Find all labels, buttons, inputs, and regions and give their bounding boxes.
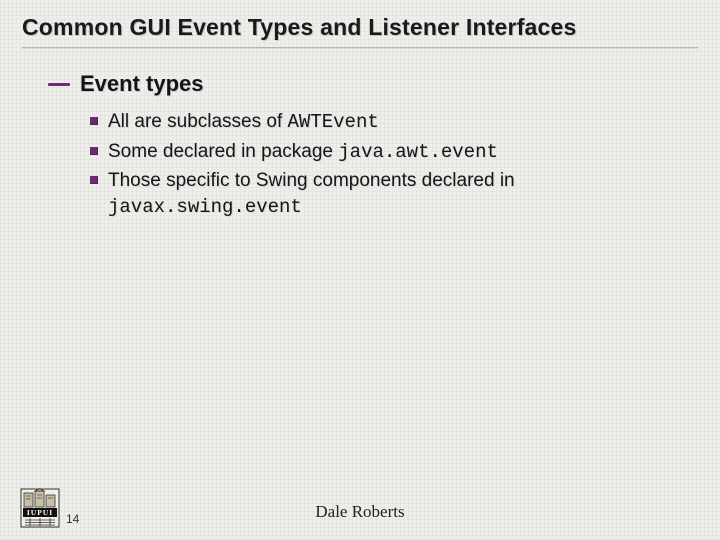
bullet-prefix: Some declared in package [108,141,338,162]
square-bullet-icon [90,176,98,184]
bullet-prefix: All are subclasses of [108,111,288,132]
bullet-text: All are subclasses of AWTEvent [108,109,698,136]
square-bullet-icon [90,147,98,155]
title-rule [22,47,698,49]
bullet-code: javax.swing.event [108,196,302,218]
footer: IUPUI 14 Dale Roberts [0,480,720,532]
slide: Common GUI Event Types and Listener Inte… [0,0,720,540]
list-item: All are subclasses of AWTEvent [90,109,698,136]
square-bullet-icon [90,117,98,125]
bullet-text: Those specific to Swing components decla… [108,168,698,220]
section-header: Event types [48,71,698,97]
author-name: Dale Roberts [0,502,720,522]
section: Event types All are subclasses of AWTEve… [22,71,698,221]
list-item: Those specific to Swing components decla… [90,168,698,220]
bullet-code: java.awt.event [338,141,498,163]
bullet-list: All are subclasses of AWTEvent Some decl… [48,109,698,221]
section-heading: Event types [80,71,204,97]
bullet-code: AWTEvent [288,111,379,133]
dash-bullet-icon [48,83,70,86]
bullet-prefix: Those specific to Swing components decla… [108,170,515,191]
slide-title: Common GUI Event Types and Listener Inte… [22,14,698,41]
list-item: Some declared in package java.awt.event [90,139,698,166]
bullet-text: Some declared in package java.awt.event [108,139,698,166]
